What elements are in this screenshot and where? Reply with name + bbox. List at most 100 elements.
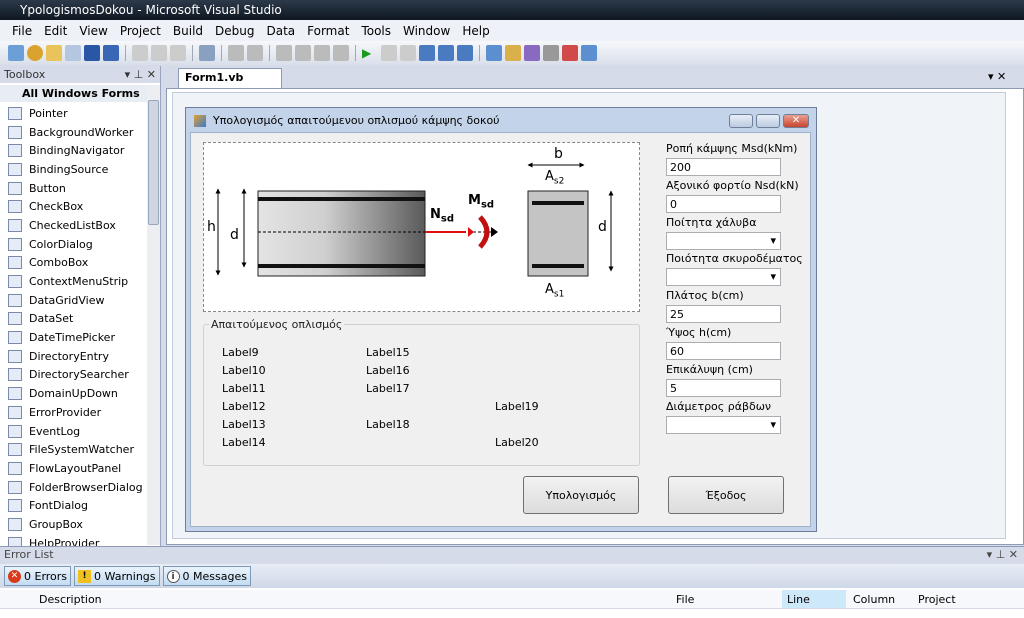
messages-filter-button[interactable]: i0 Messages <box>162 566 251 586</box>
warning-icon: ! <box>78 569 92 583</box>
combo-box[interactable] <box>666 415 781 434</box>
column-file[interactable]: File <box>676 593 694 606</box>
toolbox-window-controls[interactable]: ▾ ⊥ ✕ <box>125 68 156 81</box>
toolbox-item[interactable]: CheckBox <box>0 197 160 216</box>
indent-icon[interactable] <box>228 45 244 61</box>
toolbox-item-label: DateTimePicker <box>29 331 115 345</box>
pause-icon[interactable] <box>381 45 397 61</box>
calculate-button[interactable]: Υπολογισμός <box>523 476 639 514</box>
text-input[interactable]: 0 <box>666 194 781 213</box>
toolbox-scroll-thumb[interactable] <box>148 100 159 225</box>
control-icon <box>8 237 22 251</box>
new-project-icon[interactable] <box>8 45 24 61</box>
menu-window[interactable]: Window <box>397 24 456 38</box>
menu-file[interactable]: File <box>6 24 38 38</box>
solution-explorer-icon[interactable] <box>486 45 502 61</box>
toolbox-item[interactable]: ColorDialog <box>0 235 160 254</box>
text-input[interactable]: 5 <box>666 378 781 397</box>
column-description[interactable]: Description <box>39 593 102 606</box>
toolbox-category[interactable]: All Windows Forms <box>0 85 160 102</box>
step-into-icon[interactable] <box>419 45 435 61</box>
text-input[interactable]: 200 <box>666 158 781 176</box>
toolbox-item[interactable]: FlowLayoutPanel <box>0 459 160 478</box>
maximize-button[interactable] <box>756 114 780 128</box>
close-button[interactable]: ✕ <box>783 114 809 128</box>
warnings-filter-button[interactable]: ! 0 Warnings <box>74 566 160 586</box>
menu-edit[interactable]: Edit <box>38 24 73 38</box>
paste-icon[interactable] <box>170 45 186 61</box>
toolbox-item[interactable]: DataGridView <box>0 291 160 310</box>
open-icon[interactable] <box>46 45 62 61</box>
field-label: Αξονικό φορτίο Nsd(kN) <box>666 178 799 192</box>
minimize-button[interactable] <box>729 114 753 128</box>
save-all-icon[interactable] <box>103 45 119 61</box>
object-browser-icon[interactable] <box>524 45 540 61</box>
menu-data[interactable]: Data <box>260 24 301 38</box>
toolbox-item[interactable]: ComboBox <box>0 254 160 273</box>
toolbox-item[interactable]: DirectoryEntry <box>0 347 160 366</box>
menu-view[interactable]: View <box>73 24 113 38</box>
cut-icon[interactable] <box>132 45 148 61</box>
toolbox-item-label: EventLog <box>29 424 81 438</box>
beam-diagram-picture: h d b d As2 As1 Nsd Msd <box>203 142 640 312</box>
save-icon[interactable] <box>84 45 100 61</box>
menu-help[interactable]: Help <box>456 24 495 38</box>
redo-icon[interactable] <box>295 45 311 61</box>
add-item-icon[interactable] <box>65 45 81 61</box>
navigate-back-icon[interactable] <box>314 45 330 61</box>
tab-controls[interactable]: ▾ ✕ <box>988 70 1006 83</box>
toolbox-item[interactable]: EventLog <box>0 422 160 441</box>
column-project[interactable]: Project <box>918 593 956 606</box>
toolbox-item[interactable]: Button <box>0 179 160 198</box>
column-column[interactable]: Column <box>853 593 895 606</box>
error-list-icon[interactable] <box>562 45 578 61</box>
find-icon[interactable] <box>199 45 215 61</box>
menu-project[interactable]: Project <box>114 24 167 38</box>
toolbox-icon[interactable] <box>543 45 559 61</box>
undo-icon[interactable] <box>276 45 292 61</box>
copy-icon[interactable] <box>151 45 167 61</box>
tab-form1-design[interactable]: Form1.vb [Design] <box>178 68 282 102</box>
add-website-icon[interactable] <box>27 45 43 61</box>
toolbox-item[interactable]: BindingSource <box>0 160 160 179</box>
combo-box[interactable] <box>666 268 781 287</box>
toolbox-item[interactable]: ContextMenuStrip <box>0 272 160 291</box>
start-debug-icon[interactable]: ▶ <box>362 45 378 61</box>
menu-bar: File Edit View Project Build Debug Data Format T… <box>0 20 1024 41</box>
error-list-window-controls[interactable]: ▾ ⊥ ✕ <box>987 548 1018 561</box>
toolbox-item[interactable]: BindingNavigator <box>0 141 160 160</box>
toolbox-item[interactable]: DomainUpDown <box>0 384 160 403</box>
toolbox-item[interactable]: GroupBox <box>0 515 160 534</box>
exit-button[interactable]: Έξοδος <box>668 476 784 514</box>
toolbox-item[interactable]: FileSystemWatcher <box>0 440 160 459</box>
properties-icon[interactable] <box>505 45 521 61</box>
errors-filter-button[interactable]: ✕ 0 Errors <box>4 566 72 586</box>
error-list-header: Error List ▾ ⊥ ✕ <box>0 547 1024 564</box>
menu-tools[interactable]: Tools <box>355 24 397 38</box>
text-input[interactable]: 25 <box>666 305 781 324</box>
toolbox-item[interactable]: Pointer <box>0 104 160 123</box>
column-line[interactable]: Line <box>782 590 846 608</box>
result-label: Label20 <box>495 436 539 449</box>
start-page-icon[interactable] <box>581 45 597 61</box>
toolbox-item[interactable]: FolderBrowserDialog <box>0 478 160 497</box>
toolbox-item[interactable]: FontDialog <box>0 496 160 515</box>
menu-format[interactable]: Format <box>301 24 355 38</box>
toolbox-item[interactable]: DateTimePicker <box>0 328 160 347</box>
toolbox-item[interactable]: DataSet <box>0 310 160 329</box>
stop-icon[interactable] <box>400 45 416 61</box>
step-over-icon[interactable] <box>438 45 454 61</box>
combo-box[interactable] <box>666 231 781 250</box>
menu-build[interactable]: Build <box>167 24 209 38</box>
toolbox-item[interactable]: DirectorySearcher <box>0 366 160 385</box>
control-icon <box>8 218 22 232</box>
navigate-forward-icon[interactable] <box>333 45 349 61</box>
toolbox-item[interactable]: BackgroundWorker <box>0 123 160 142</box>
menu-debug[interactable]: Debug <box>209 24 260 38</box>
toolbox-item[interactable]: ErrorProvider <box>0 403 160 422</box>
toolbox-item[interactable]: CheckedListBox <box>0 216 160 235</box>
result-label: Label15 <box>366 346 410 359</box>
outdent-icon[interactable] <box>247 45 263 61</box>
step-out-icon[interactable] <box>457 45 473 61</box>
text-input[interactable]: 60 <box>666 342 781 360</box>
